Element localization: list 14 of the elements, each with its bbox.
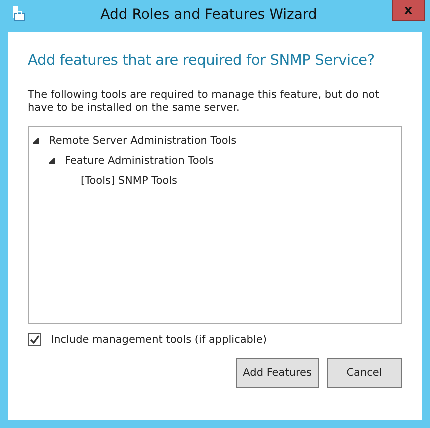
tree-item[interactable]: Feature Administration Tools <box>65 155 214 167</box>
collapse-icon[interactable] <box>33 138 39 144</box>
checkbox-label: Include management tools (if applicable) <box>51 334 267 346</box>
window-title: Add Roles and Features Wizard <box>100 6 318 25</box>
description-text: The following tools are required to manage this feature, but do not have to be installed on the same server. <box>28 89 380 115</box>
tree-item[interactable]: Remote Server Administration Tools <box>49 135 237 147</box>
checkbox[interactable] <box>28 333 41 346</box>
collapse-icon[interactable] <box>49 158 55 164</box>
close-button[interactable]: x <box>392 0 425 21</box>
cancel-button[interactable]: Cancel <box>327 358 402 388</box>
tree-item[interactable]: [Tools] SNMP Tools <box>81 175 178 187</box>
server-toolbox-icon <box>12 6 26 22</box>
dialog-heading: Add features that are required for SNMP Service? <box>28 53 376 69</box>
add-features-button[interactable]: Add Features <box>236 358 319 388</box>
